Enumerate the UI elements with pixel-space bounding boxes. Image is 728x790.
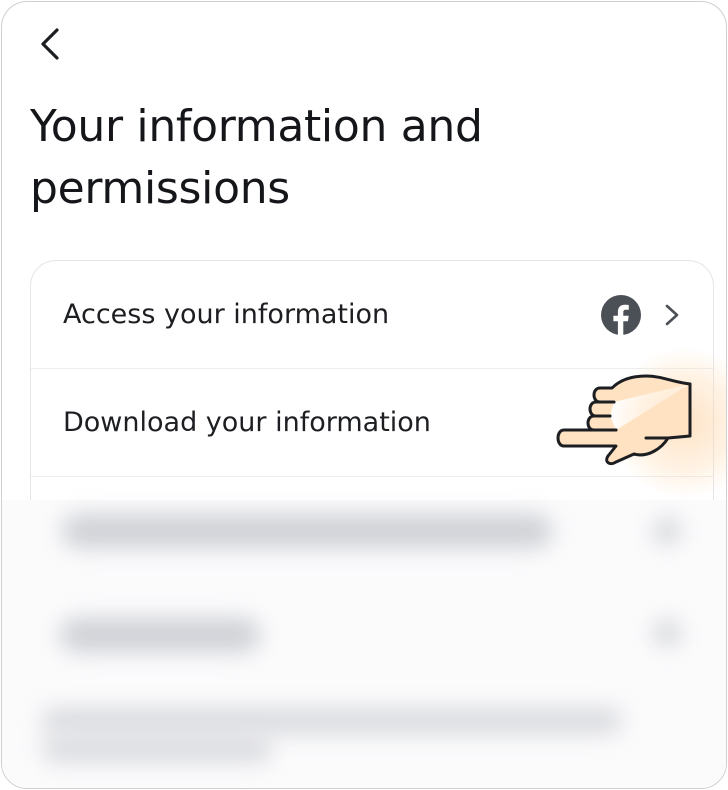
blurred-row-icon bbox=[652, 618, 682, 648]
chevron-left-icon bbox=[41, 28, 59, 60]
blurred-row-text bbox=[42, 708, 622, 734]
facebook-icon bbox=[601, 294, 641, 335]
download-your-information-row[interactable]: Download your information bbox=[31, 369, 713, 477]
blurred-row-text bbox=[60, 618, 260, 652]
row-trailing bbox=[601, 261, 681, 368]
screen-frame: Your information and permissions Access … bbox=[1, 1, 727, 789]
access-your-information-row[interactable]: Access your information bbox=[31, 261, 713, 369]
page-title: Your information and permissions bbox=[30, 101, 483, 214]
blurred-content bbox=[2, 500, 726, 788]
download-your-information-label: Download your information bbox=[63, 407, 431, 438]
access-your-information-label: Access your information bbox=[63, 299, 390, 330]
blurred-row-text bbox=[42, 736, 272, 762]
chevron-right-icon bbox=[665, 304, 679, 325]
blurred-row-icon bbox=[652, 516, 682, 546]
blurred-row-text bbox=[62, 514, 552, 548]
back-button[interactable] bbox=[30, 24, 70, 64]
